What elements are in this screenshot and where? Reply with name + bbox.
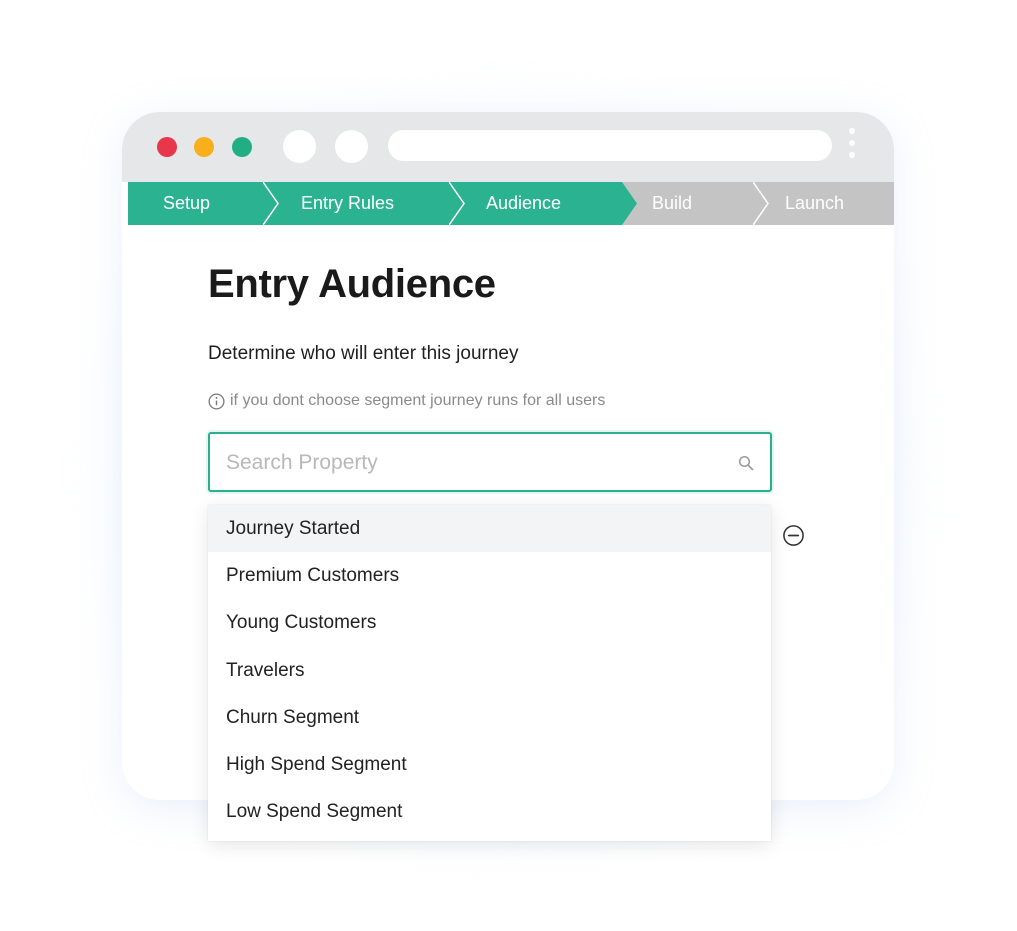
- maximize-window-button[interactable]: [232, 137, 252, 157]
- page-title: Entry Audience: [208, 262, 496, 306]
- search-property-field[interactable]: [208, 432, 772, 492]
- kebab-icon[interactable]: [848, 128, 856, 164]
- dropdown-option-travelers[interactable]: Travelers: [208, 647, 771, 694]
- step-label: Setup: [163, 193, 211, 213]
- step-label: Launch: [785, 193, 845, 213]
- minimize-window-button[interactable]: [194, 137, 214, 157]
- hint-label: if you dont choose segment journey runs …: [230, 392, 606, 409]
- address-bar[interactable]: [388, 130, 832, 161]
- close-window-button[interactable]: [157, 137, 177, 157]
- journey-stepper: Setup Entry Rules Audience Build Launch: [128, 182, 894, 225]
- back-button[interactable]: [283, 130, 316, 163]
- forward-button[interactable]: [335, 130, 368, 163]
- step-entry-rules[interactable]: Entry Rules: [263, 182, 464, 225]
- dropdown-option-low-spend-segment[interactable]: Low Spend Segment: [208, 789, 771, 836]
- magnifier-icon[interactable]: [738, 455, 754, 471]
- stage: Setup Entry Rules Audience Build Launch …: [0, 0, 1017, 931]
- segment-dropdown: Journey Started Premium Customers Young …: [208, 505, 771, 841]
- page-subtitle: Determine who will enter this journey: [208, 343, 519, 364]
- step-label: Audience: [486, 193, 562, 213]
- step-label: Entry Rules: [301, 193, 395, 213]
- step-setup[interactable]: Setup: [128, 182, 278, 225]
- step-launch[interactable]: Launch: [753, 182, 894, 225]
- dropdown-option-premium-customers[interactable]: Premium Customers: [208, 552, 771, 599]
- info-circle-icon: [208, 392, 225, 410]
- step-audience[interactable]: Audience: [449, 182, 637, 225]
- step-label: Build: [652, 193, 693, 213]
- dropdown-option-churn-segment[interactable]: Churn Segment: [208, 694, 771, 741]
- dropdown-option-high-spend-segment[interactable]: High Spend Segment: [208, 741, 771, 788]
- dropdown-option-journey-started[interactable]: Journey Started: [208, 505, 771, 553]
- search-input[interactable]: [226, 446, 706, 480]
- step-build[interactable]: Build: [622, 182, 768, 225]
- minus-circle-icon[interactable]: [782, 524, 805, 547]
- step-build-shape: [622, 182, 768, 225]
- hint-text: if you dont choose segment journey runs …: [208, 392, 605, 410]
- browser-chrome: [122, 112, 894, 182]
- dropdown-option-young-customers[interactable]: Young Customers: [208, 600, 771, 647]
